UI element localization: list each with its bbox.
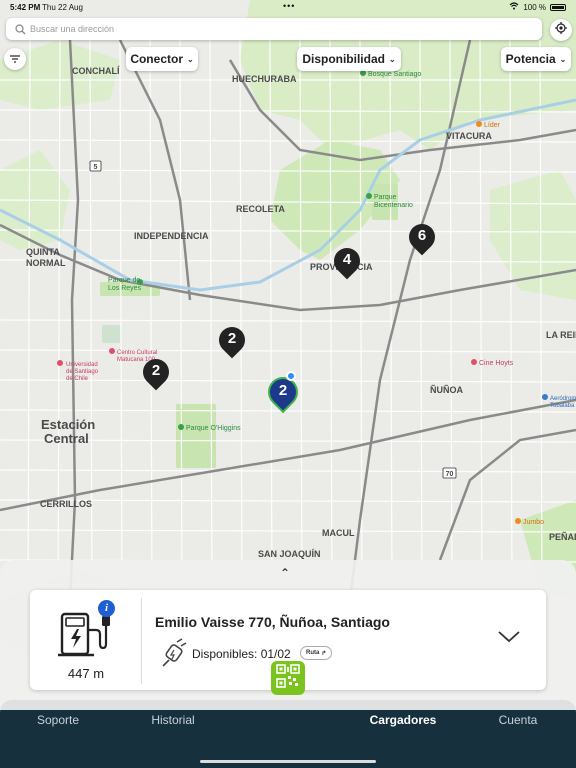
- route-badge: 70: [442, 467, 457, 479]
- nav-cargadores-label: Cargadores: [369, 713, 437, 727]
- filter-conector-label: Conector: [130, 52, 183, 66]
- qr-code-icon: [276, 663, 300, 693]
- plug-icon: [157, 638, 189, 675]
- status-time: 5:42 PM: [10, 3, 41, 12]
- charger-cluster-marker[interactable]: 6: [403, 218, 441, 257]
- svg-text:70: 70: [446, 471, 454, 478]
- route-badge: 5: [89, 160, 102, 172]
- status-bar: 5:42 PM Thu 22 Aug ••• 100 %: [0, 0, 576, 14]
- user-location-dot: [286, 371, 296, 381]
- charger-cluster-marker[interactable]: 4: [328, 242, 366, 281]
- map-label-cerrillos: CERRILLOS: [40, 499, 92, 509]
- filter-potencia[interactable]: Potencia ⌄: [501, 47, 571, 71]
- nav-cuenta-label: Cuenta: [498, 713, 538, 727]
- search-bar[interactable]: [6, 18, 542, 40]
- home-indicator[interactable]: [200, 760, 376, 763]
- map-label-estacion-central: Estación Central: [41, 417, 95, 446]
- chevron-down-icon: ⌄: [559, 54, 567, 64]
- filter-disponibilidad-label: Disponibilidad: [302, 52, 385, 66]
- map-label-vitacura: VITACURA: [446, 131, 492, 141]
- qr-scan-button[interactable]: [271, 661, 305, 695]
- map-label-conchali: CONCHALÍ: [72, 66, 120, 76]
- turn-right-icon: ↱: [321, 650, 327, 657]
- poi-aerodromo: AeródromoTobalaba: [550, 396, 576, 409]
- map-label-penalolen: PEÑALOL: [549, 532, 576, 542]
- charger-card-left: i 447 m: [30, 598, 142, 684]
- svg-text:5: 5: [94, 164, 98, 171]
- filter-button[interactable]: [4, 48, 26, 70]
- nav-soporte[interactable]: Soporte: [8, 713, 108, 727]
- filter-conector[interactable]: Conector ⌄: [126, 47, 198, 71]
- battery-percent: 100 %: [523, 2, 546, 12]
- poi-parque-reyes: Parque de Los Reyes: [108, 277, 142, 292]
- map-label-san-joaquin: SAN JOAQUÍN: [258, 549, 321, 559]
- poi-cine-hoyts: Cine Hoyts: [479, 360, 514, 367]
- map-label-independencia: INDEPENDENCIA: [134, 231, 209, 241]
- status-date: Thu 22 Aug: [42, 3, 83, 12]
- nav-historial[interactable]: Historial: [123, 713, 223, 727]
- poi-bosque-santiago: Bosque Santiago: [368, 71, 421, 78]
- charger-cluster-marker[interactable]: 2: [213, 321, 251, 360]
- nav-cargadores[interactable]: Cargadores: [353, 713, 453, 727]
- route-button[interactable]: Ruta ↱: [300, 646, 333, 660]
- bottom-nav: Soporte Historial Cargadores Cuenta: [0, 700, 576, 768]
- map-label-recoleta: RECOLETA: [236, 204, 285, 214]
- poi-parque-ohiggins: Parque O'Higgins: [186, 425, 241, 432]
- route-label: Ruta: [306, 650, 320, 656]
- poi-jumbo: Jumbo: [523, 519, 544, 526]
- nav-historial-label: Historial: [151, 713, 195, 727]
- crosshair-icon: [555, 21, 567, 39]
- map-label-huechuraba: HUECHURABA: [232, 74, 297, 84]
- chevron-down-icon: ⌄: [388, 54, 396, 64]
- map-label-macul: MACUL: [322, 528, 355, 538]
- charger-cluster-marker[interactable]: 2: [137, 353, 175, 392]
- charger-address: Emilio Vaisse 770, Ñuñoa, Santiago: [155, 614, 390, 630]
- multitask-dots[interactable]: •••: [283, 1, 295, 11]
- map-label-la-reina: LA REINA: [546, 330, 576, 340]
- ev-charger-icon: [58, 608, 110, 665]
- search-input[interactable]: [30, 24, 510, 34]
- nav-cuenta[interactable]: Cuenta: [468, 713, 568, 727]
- filter-icon: [10, 50, 20, 68]
- wifi-icon: [509, 2, 519, 12]
- nav-soporte-label: Soporte: [36, 713, 80, 727]
- filter-disponibilidad[interactable]: Disponibilidad ⌄: [297, 47, 401, 71]
- info-icon[interactable]: i: [98, 600, 115, 617]
- filter-potencia-label: Potencia: [505, 52, 556, 66]
- chevron-down-icon[interactable]: [498, 630, 520, 648]
- locate-button[interactable]: [550, 19, 572, 41]
- charger-availability: Disponibles: 01/02: [192, 647, 291, 661]
- poi-lider: Líder: [484, 122, 501, 129]
- search-icon: [10, 18, 30, 40]
- chevron-up-icon[interactable]: ⌃: [280, 566, 290, 580]
- charger-distance: 447 m: [67, 666, 105, 681]
- battery-icon: [550, 3, 566, 11]
- chevron-down-icon: ⌄: [186, 54, 194, 64]
- map-label-nunoa: ÑUÑOA: [430, 385, 463, 395]
- selected-charger-marker[interactable]: 2: [264, 373, 302, 412]
